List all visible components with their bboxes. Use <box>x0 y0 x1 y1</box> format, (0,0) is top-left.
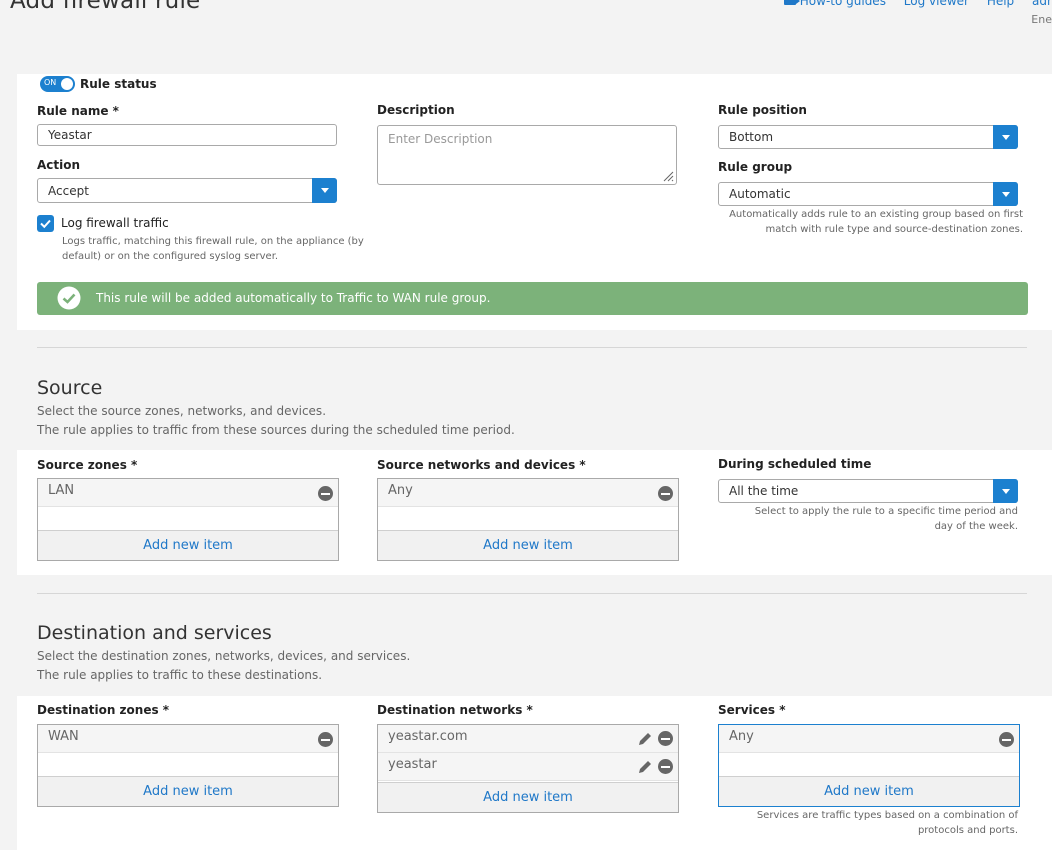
destination-description: Select the destination zones, networks, … <box>37 649 411 682</box>
rule-group-select[interactable]: Automatic <box>718 182 1018 206</box>
schedule-help: Select to apply the rule to a specific t… <box>754 506 1018 532</box>
divider <box>37 593 1027 594</box>
admin-subtitle: Ene <box>1031 13 1052 26</box>
toggle-state-label: ON <box>44 78 57 87</box>
list-item[interactable]: Any <box>378 479 678 507</box>
source-description: Select the source zones, networks, and d… <box>37 404 515 437</box>
edit-icon[interactable] <box>637 759 653 775</box>
remove-icon[interactable] <box>658 731 673 746</box>
rule-position-label: Rule position <box>718 103 807 117</box>
chevron-down-icon[interactable] <box>993 125 1018 149</box>
success-check-icon <box>57 286 81 310</box>
list-item[interactable]: WAN <box>38 725 338 753</box>
schedule-label: During scheduled time <box>718 457 872 471</box>
rule-name-label: Rule name * <box>37 104 119 118</box>
remove-icon[interactable] <box>658 486 673 501</box>
edit-icon[interactable] <box>637 731 653 747</box>
notice-banner: This rule will be added automatically to… <box>37 282 1028 315</box>
list-item[interactable]: LAN <box>38 479 338 507</box>
notice-text: This rule will be added automatically to… <box>96 291 491 305</box>
source-title: Source <box>37 377 103 399</box>
schedule-select[interactable]: All the time <box>718 479 1018 503</box>
destination-networks-label: Destination networks * <box>377 703 533 717</box>
howto-link[interactable]: How-to guides <box>783 0 886 8</box>
remove-icon[interactable] <box>318 486 333 501</box>
description-label: Description <box>377 103 455 117</box>
log-traffic-label: Log firewall traffic <box>61 216 169 230</box>
toggle-knob <box>61 78 73 90</box>
log-traffic-help: Logs traffic, matching this firewall rul… <box>62 236 364 262</box>
source-zones-label: Source zones * <box>37 458 138 472</box>
services-list: Any Add new item <box>718 724 1020 807</box>
resize-handle-icon[interactable] <box>662 170 674 182</box>
remove-icon[interactable] <box>318 732 333 747</box>
rule-status-label: Rule status <box>80 77 157 91</box>
chevron-down-icon[interactable] <box>993 182 1018 206</box>
rule-group-help: Automatically adds rule to an existing g… <box>729 209 1023 235</box>
source-zones-list: LAN Add new item <box>37 478 339 561</box>
list-item[interactable]: yeastar.com <box>378 725 678 753</box>
destination-zones-label: Destination zones * <box>37 703 170 717</box>
add-new-item-button[interactable]: Add new item <box>719 776 1019 806</box>
services-label: Services * <box>718 703 786 717</box>
source-networks-label: Source networks and devices * <box>377 458 586 472</box>
description-textarea[interactable]: Enter Description <box>377 125 677 185</box>
action-select[interactable]: Accept <box>37 178 337 203</box>
help-link[interactable]: Help <box>987 0 1014 8</box>
remove-icon[interactable] <box>658 759 673 774</box>
admin-menu[interactable]: admi <box>1032 0 1052 8</box>
services-help: Services are traffic types based on a co… <box>756 810 1018 836</box>
action-label: Action <box>37 158 81 172</box>
page-title: Add firewall rule <box>10 0 201 14</box>
destination-title: Destination and services <box>37 622 272 644</box>
add-new-item-button[interactable]: Add new item <box>378 782 678 812</box>
log-traffic-checkbox[interactable] <box>37 215 54 232</box>
remove-icon[interactable] <box>999 732 1014 747</box>
rule-status-toggle[interactable]: ON <box>40 76 75 92</box>
chevron-down-icon[interactable] <box>312 178 337 203</box>
rule-position-select[interactable]: Bottom <box>718 125 1018 149</box>
rule-name-input[interactable]: Yeastar <box>37 124 337 146</box>
add-new-item-button[interactable]: Add new item <box>378 530 678 560</box>
divider <box>37 347 1027 348</box>
add-new-item-button[interactable]: Add new item <box>38 530 338 560</box>
checkmark-icon <box>40 219 51 229</box>
list-item[interactable]: Any <box>719 725 1019 753</box>
top-links: How-to guides Log viewer Help admi <box>770 0 1052 8</box>
source-networks-list: Any Add new item <box>377 478 679 561</box>
add-new-item-button[interactable]: Add new item <box>38 776 338 806</box>
video-icon <box>783 0 800 5</box>
rule-group-label: Rule group <box>718 160 793 174</box>
chevron-down-icon[interactable] <box>993 479 1018 503</box>
list-item[interactable]: yeastar <box>378 753 678 781</box>
destination-zones-list: WAN Add new item <box>37 724 339 807</box>
destination-networks-list: yeastar.com yeastar Add new item <box>377 724 679 813</box>
log-viewer-link[interactable]: Log viewer <box>904 0 969 8</box>
